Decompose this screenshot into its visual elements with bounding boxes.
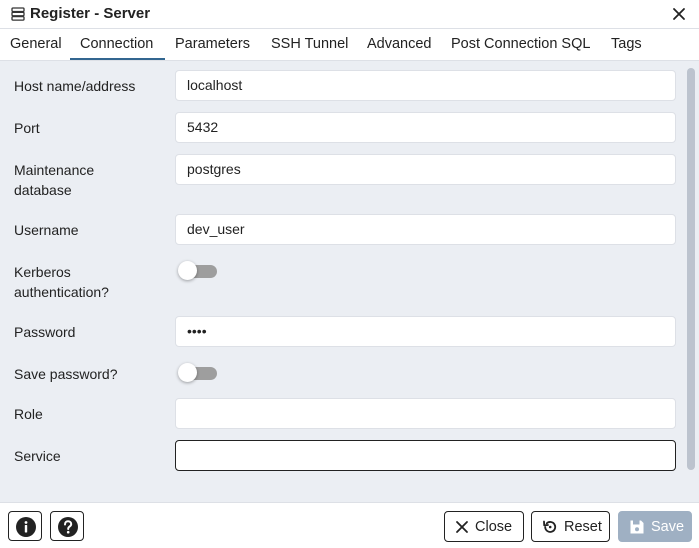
service-input[interactable] <box>175 440 676 471</box>
dialog-titlebar: Register - Server <box>0 0 699 29</box>
maintenance-db-label-line1: Maintenance <box>14 162 95 178</box>
role-input[interactable] <box>175 398 676 429</box>
port-input[interactable]: 5432 <box>175 112 676 143</box>
toggle-knob <box>178 363 197 382</box>
tab-tags[interactable]: Tags <box>611 36 642 52</box>
dialog-footer: Close Reset Save <box>0 502 699 548</box>
active-tab-indicator <box>70 58 165 60</box>
password-label: Password <box>14 324 76 340</box>
password-input[interactable]: •••• <box>175 316 676 347</box>
tab-bar: General Connection Parameters SSH Tunnel… <box>0 29 699 61</box>
close-button-label: Close <box>475 518 513 535</box>
close-button[interactable]: Close <box>444 511 524 542</box>
info-icon <box>16 517 36 537</box>
username-label: Username <box>14 222 79 238</box>
tab-ssh-tunnel[interactable]: SSH Tunnel <box>271 36 348 52</box>
maintenance-db-label-line2: database <box>14 182 72 198</box>
save-button[interactable]: Save <box>618 511 692 542</box>
tab-general[interactable]: General <box>10 36 62 52</box>
tab-advanced[interactable]: Advanced <box>367 36 432 52</box>
reset-icon <box>543 520 557 533</box>
tab-post-connection-sql[interactable]: Post Connection SQL <box>451 36 590 52</box>
kerberos-label-line1: Kerberos <box>14 264 71 280</box>
kerberos-toggle[interactable] <box>178 261 218 280</box>
tab-parameters[interactable]: Parameters <box>175 36 250 52</box>
save-password-label: Save password? <box>14 366 118 382</box>
server-icon <box>11 7 25 21</box>
role-label: Role <box>14 406 43 422</box>
reset-button-label: Reset <box>564 518 602 535</box>
kerberos-label-line2: authentication? <box>14 284 109 300</box>
host-label: Host name/address <box>14 78 136 94</box>
save-password-toggle[interactable] <box>178 363 218 382</box>
close-icon <box>456 520 468 533</box>
service-label: Service <box>14 448 61 464</box>
dialog-title: Register - Server <box>30 5 151 22</box>
toggle-knob <box>178 261 197 280</box>
help-icon <box>58 517 78 537</box>
maintenance-db-input[interactable]: postgres <box>175 154 676 185</box>
help-button[interactable] <box>50 511 84 541</box>
info-button[interactable] <box>8 511 42 541</box>
tab-connection[interactable]: Connection <box>80 36 153 52</box>
save-icon <box>630 520 644 533</box>
save-button-label: Save <box>651 518 685 535</box>
port-label: Port <box>14 120 40 136</box>
reset-button[interactable]: Reset <box>531 511 610 542</box>
scrollbar-thumb[interactable] <box>687 68 695 470</box>
close-icon[interactable] <box>669 4 689 24</box>
username-input[interactable]: dev_user <box>175 214 676 245</box>
host-input[interactable]: localhost <box>175 70 676 101</box>
